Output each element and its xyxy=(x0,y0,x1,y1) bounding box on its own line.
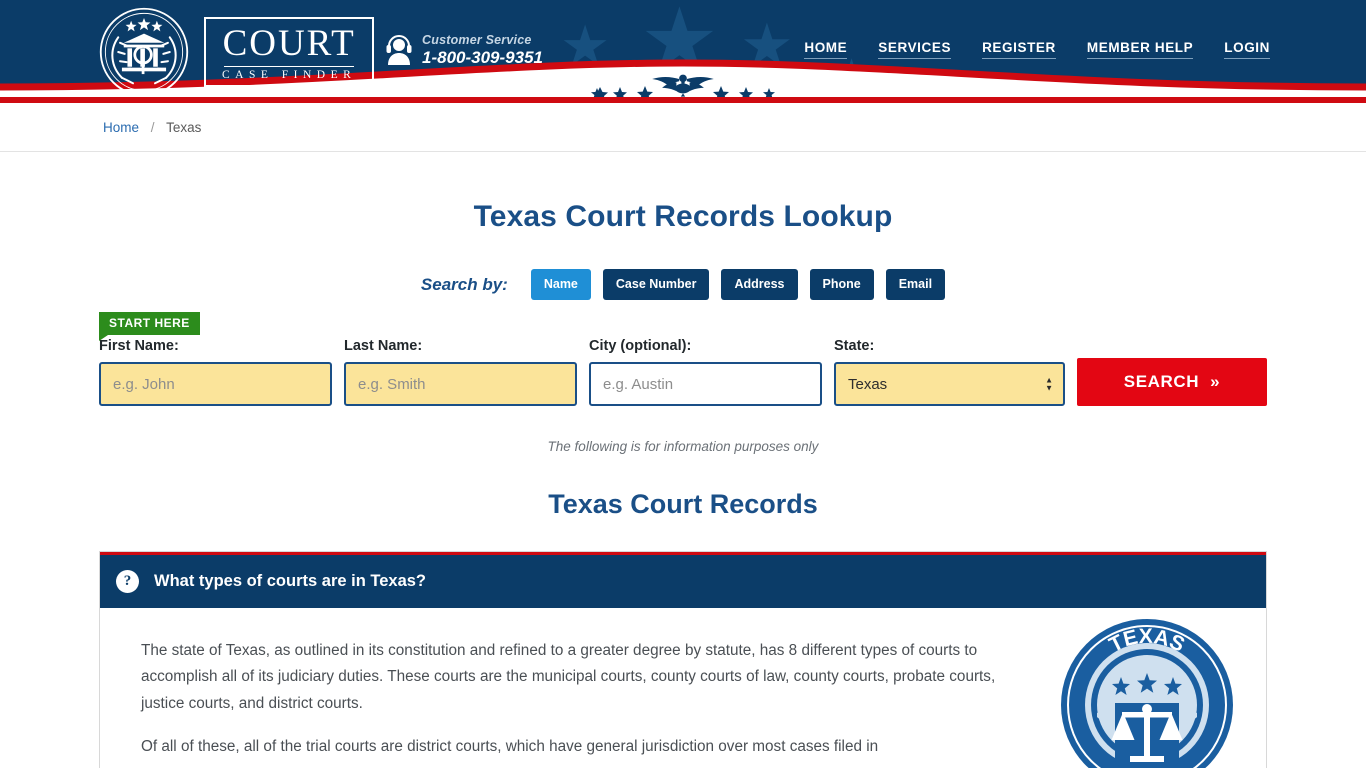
question-mark-icon: ? xyxy=(116,570,139,593)
first-name-label: First Name: xyxy=(99,338,179,354)
first-name-field-group: First Name: xyxy=(99,338,332,406)
first-name-input[interactable] xyxy=(99,362,332,406)
tab-phone[interactable]: Phone xyxy=(809,269,874,300)
nav-item-services[interactable]: SERVICES xyxy=(878,40,952,59)
double-chevron-right-icon: » xyxy=(1210,372,1221,391)
breadcrumb-current: Texas xyxy=(166,119,202,135)
search-by-tabs: Search by: Name Case Number Address Phon… xyxy=(0,269,1366,300)
search-form: START HERE First Name: Last Name: City (… xyxy=(0,312,1366,406)
state-select[interactable]: Texas xyxy=(834,362,1065,406)
faq-body: The state of Texas, as outlined in its c… xyxy=(100,608,1266,768)
tab-email[interactable]: Email xyxy=(885,269,946,300)
court-seal-logo-icon xyxy=(99,7,189,97)
nav-item-register[interactable]: REGISTER xyxy=(982,40,1056,59)
texas-court-seal-icon: TEXAS xyxy=(1061,619,1233,768)
faq-panel: ? What types of courts are in Texas? The… xyxy=(99,551,1267,768)
page-title: Texas Court Records Lookup xyxy=(473,200,893,233)
city-label: City (optional): xyxy=(589,338,692,354)
disclaimer-text: The following is for information purpose… xyxy=(547,439,819,454)
breadcrumb-bar: Home / Texas xyxy=(0,103,1366,152)
faq-header[interactable]: ? What types of courts are in Texas? xyxy=(100,552,1266,608)
main-content: Texas Court Records Lookup Search by: Na… xyxy=(0,200,1366,768)
last-name-label: Last Name: xyxy=(344,338,423,354)
breadcrumb: Home / Texas xyxy=(103,120,201,135)
logo-subtitle: CASE FINDER xyxy=(222,68,357,81)
nav-item-login[interactable]: LOGIN xyxy=(1224,40,1270,59)
city-input[interactable] xyxy=(589,362,822,406)
search-button[interactable]: SEARCH » xyxy=(1077,358,1267,406)
breadcrumb-home-link[interactable]: Home xyxy=(103,120,139,135)
tab-case-number[interactable]: Case Number xyxy=(602,269,710,300)
site-header: ★ ★ ★ ★ ★ xyxy=(0,0,1366,103)
customer-service-label: Customer Service xyxy=(422,33,532,47)
headset-support-icon xyxy=(386,35,412,66)
search-by-label: Search by: xyxy=(420,274,508,294)
customer-service-phone[interactable]: 1-800-309-9351 xyxy=(422,48,543,68)
search-button-label: SEARCH xyxy=(1123,372,1200,391)
main-navigation: HOME SERVICES REGISTER MEMBER HELP LOGIN xyxy=(804,40,1270,59)
logo-word: COURT xyxy=(222,22,356,64)
nav-item-member-help[interactable]: MEMBER HELP xyxy=(1086,40,1194,59)
last-name-input[interactable] xyxy=(344,362,577,406)
last-name-field-group: Last Name: xyxy=(344,338,577,406)
faq-question: What types of courts are in Texas? xyxy=(154,572,427,590)
breadcrumb-separator: / xyxy=(150,119,155,135)
tab-name[interactable]: Name xyxy=(530,269,591,300)
tab-address[interactable]: Address xyxy=(721,269,798,300)
start-here-badge: START HERE xyxy=(99,312,200,341)
customer-service-block[interactable]: Customer Service 1-800-309-9351 xyxy=(385,32,543,69)
eagle-emblem-icon xyxy=(652,74,714,97)
section-title: Texas Court Records xyxy=(548,489,818,519)
state-field-group: State: Texas ▲ ▼ xyxy=(834,338,1065,406)
logo-wordmark: COURT CASE FINDER xyxy=(204,16,375,88)
site-logo[interactable]: COURT CASE FINDER xyxy=(98,6,375,98)
nav-item-home[interactable]: HOME xyxy=(804,40,848,59)
faq-paragraph-1: The state of Texas, as outlined in its c… xyxy=(141,642,996,712)
city-field-group: City (optional): xyxy=(589,338,822,406)
faq-paragraph-2: Of all of these, all of the trial courts… xyxy=(141,738,879,756)
state-label: State: xyxy=(834,338,875,354)
